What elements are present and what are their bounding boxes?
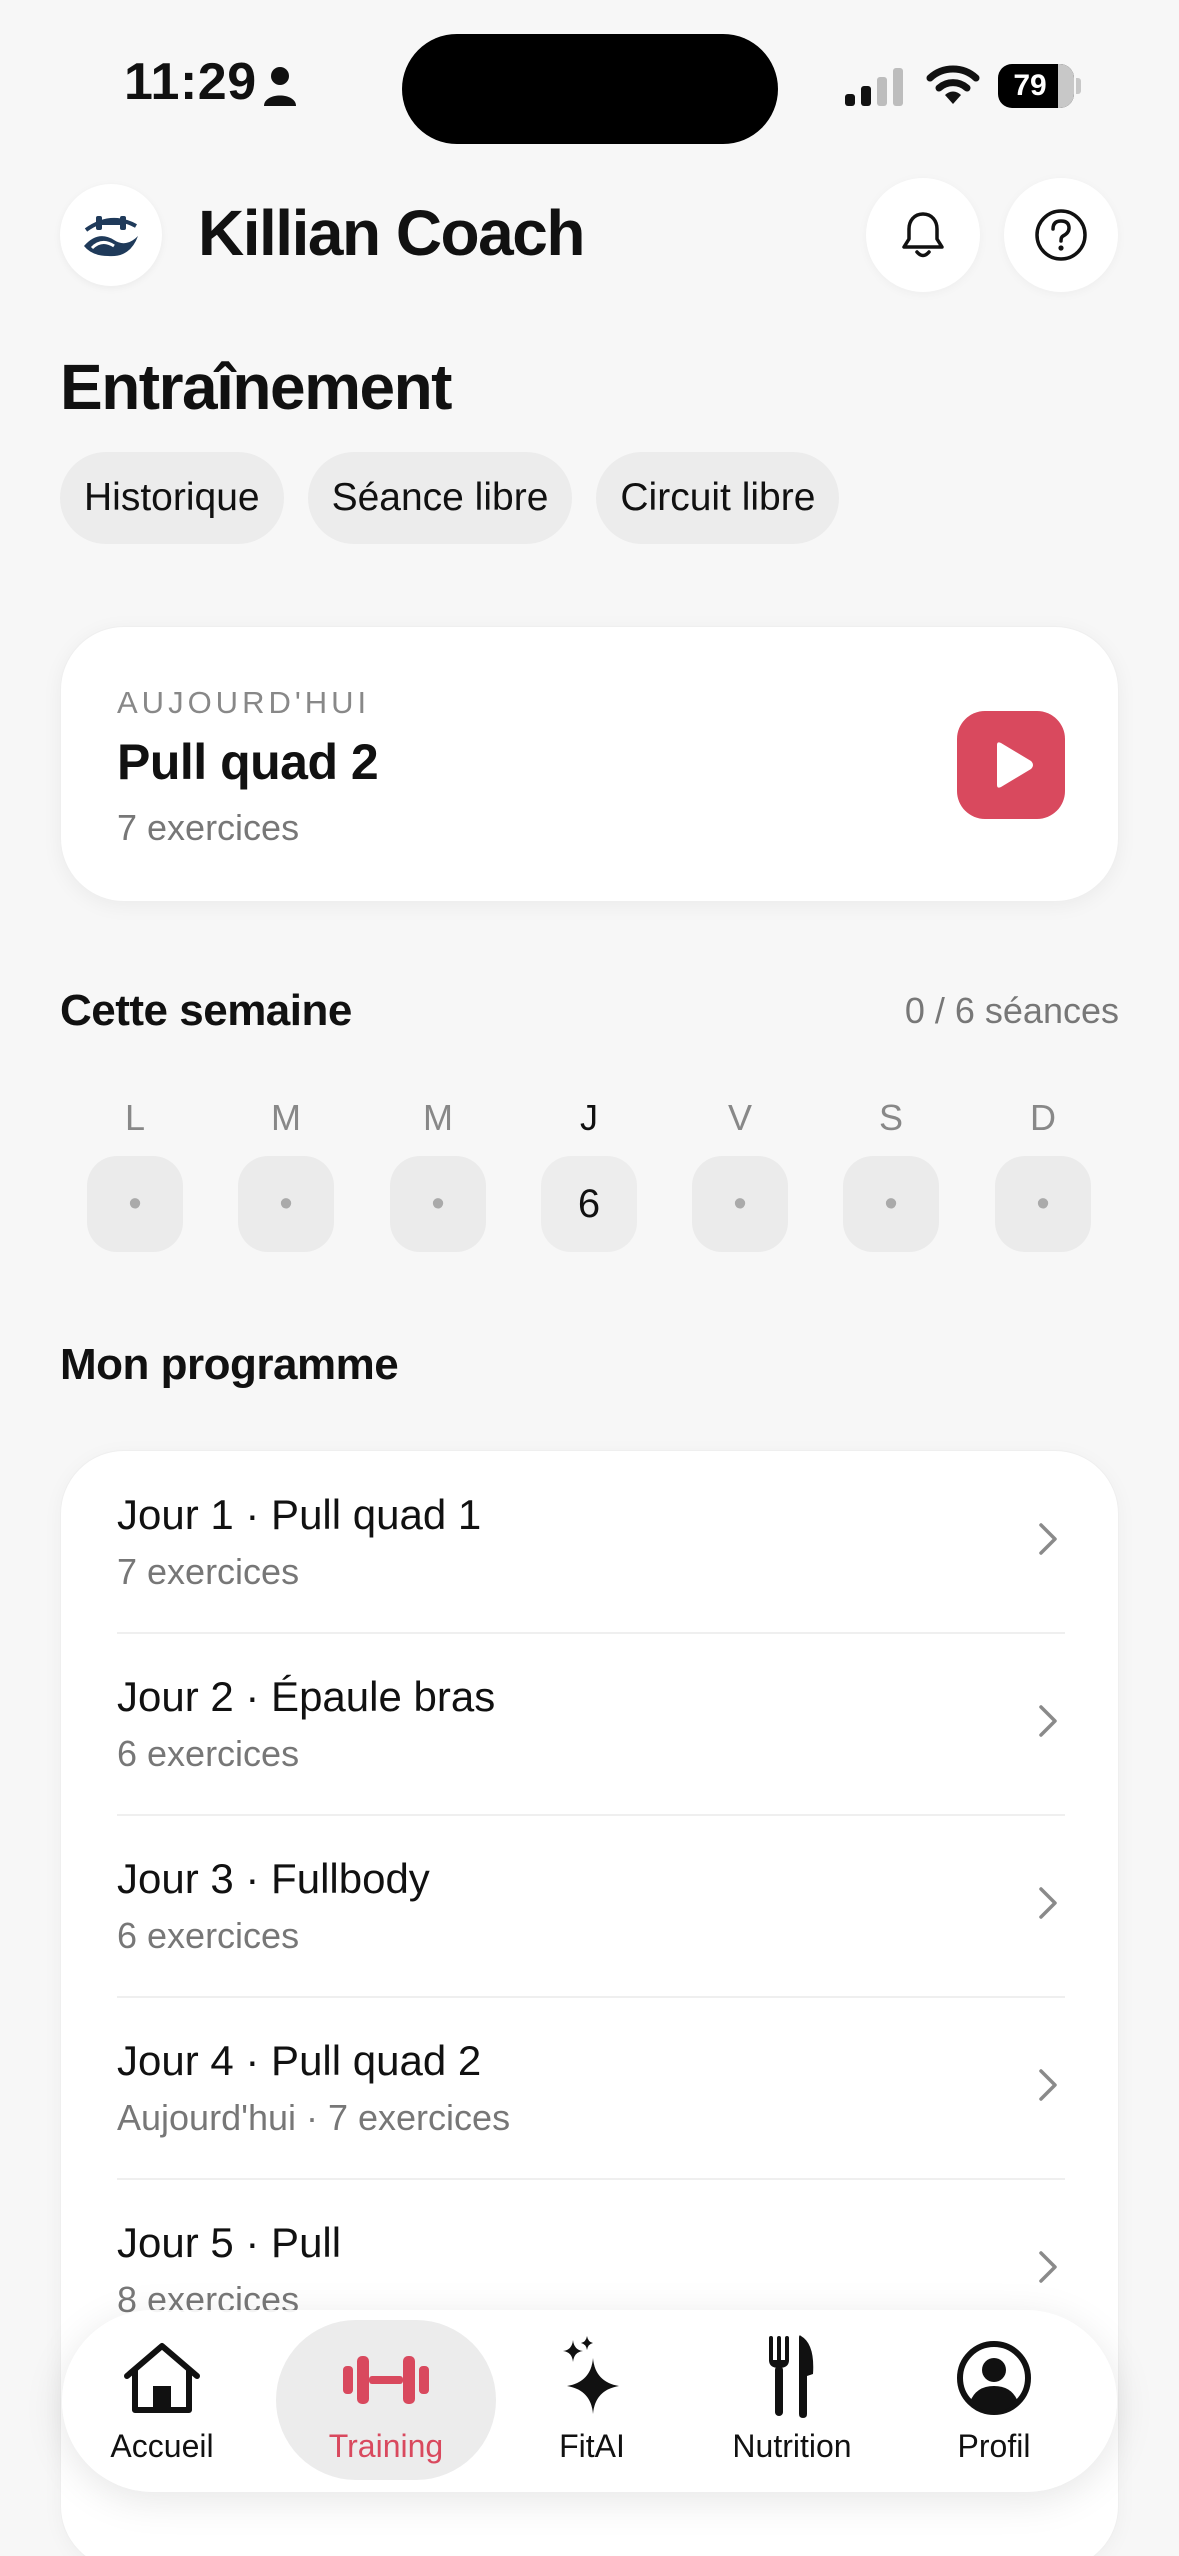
training-screen: 11:29 79 Killian Coach Entraînement Hist… xyxy=(0,0,1179,2556)
day-label: D xyxy=(1030,1097,1056,1138)
program-day-title: Jour 2 · Épaule bras xyxy=(117,1673,496,1720)
day-status: • xyxy=(87,1156,183,1252)
quick-actions: Historique Séance libre Circuit libre xyxy=(60,452,840,544)
program-day-subtitle: 7 exercices xyxy=(117,1551,300,1592)
bottom-nav: Accueil Training FitAI Nutrition Profil xyxy=(62,2310,1117,2492)
nav-fitai[interactable]: FitAI xyxy=(522,2310,662,2492)
program-day-title: Jour 1 · Pull quad 1 xyxy=(117,1491,482,1538)
day-status: • xyxy=(843,1156,939,1252)
program-day-title: Jour 4 · Pull quad 2 xyxy=(117,2037,482,2084)
play-icon xyxy=(997,742,1033,788)
day-sunday: D • xyxy=(995,1094,1091,1252)
day-status: • xyxy=(692,1156,788,1252)
history-chip[interactable]: Historique xyxy=(60,452,284,544)
day-status: • xyxy=(995,1156,1091,1252)
program-day-3[interactable]: Jour 3 · Fullbody 6 exercices xyxy=(117,1815,1065,1997)
program-day-2[interactable]: Jour 2 · Épaule bras 6 exercices xyxy=(117,1633,1065,1815)
wifi-icon xyxy=(926,65,980,104)
app-logo xyxy=(60,184,162,286)
nav-training[interactable]: Training xyxy=(276,2310,496,2492)
day-saturday: S • xyxy=(843,1094,939,1252)
week-session-count: 0 / 6 séances xyxy=(904,990,1119,1031)
page-title: Entraînement xyxy=(60,351,452,423)
notifications-button[interactable] xyxy=(866,178,980,292)
free-circuit-chip[interactable]: Circuit libre xyxy=(596,452,840,544)
fork-knife-icon xyxy=(769,2335,814,2418)
sparkles-icon xyxy=(563,2336,619,2414)
program-title: Mon programme xyxy=(60,1340,399,1389)
battery-level: 79 xyxy=(1013,69,1047,102)
bell-icon xyxy=(902,212,944,258)
app-title: Killian Coach xyxy=(198,197,585,269)
today-subtitle: 7 exercices xyxy=(117,807,300,848)
program-day-subtitle: Aujourd'hui · 7 exercices xyxy=(117,2097,511,2138)
day-label: L xyxy=(124,1097,146,1138)
today-kicker: AUJOURD'HUI xyxy=(117,685,371,720)
week-title: Cette semaine xyxy=(60,986,352,1035)
chevron-right-icon xyxy=(1039,1705,1057,1737)
program-day-subtitle: 6 exercices xyxy=(117,1733,300,1774)
chevron-right-icon xyxy=(1039,2069,1057,2101)
start-workout-button[interactable] xyxy=(957,711,1065,819)
profile-icon xyxy=(957,2341,1031,2415)
day-friday: V • xyxy=(692,1094,788,1252)
program-day-1[interactable]: Jour 1 · Pull quad 1 7 exercices xyxy=(117,1451,1065,1633)
chevron-right-icon xyxy=(1039,1887,1057,1919)
nav-label: Training xyxy=(328,2428,444,2464)
dynamic-island xyxy=(402,34,778,144)
question-icon xyxy=(1035,209,1087,261)
nav-nutrition[interactable]: Nutrition xyxy=(702,2310,882,2492)
chevron-right-icon xyxy=(1039,1523,1057,1555)
chevron-right-icon xyxy=(1039,2251,1057,2283)
program-day-4[interactable]: Jour 4 · Pull quad 2 Aujourd'hui · 7 exe… xyxy=(117,1997,1065,2179)
day-label: M xyxy=(423,1097,453,1138)
day-status: • xyxy=(238,1156,334,1252)
home-icon xyxy=(124,2343,200,2413)
day-monday: L • xyxy=(87,1094,183,1252)
day-tuesday: M • xyxy=(238,1094,334,1252)
dumbbell-icon xyxy=(343,2356,429,2404)
status-time: 11:29 xyxy=(124,53,257,111)
signal-icon xyxy=(845,68,903,106)
day-status: 6 xyxy=(541,1156,637,1252)
day-label: J xyxy=(580,1097,598,1138)
today-workout-card[interactable]: AUJOURD'HUI Pull quad 2 7 exercices xyxy=(60,626,1119,902)
nav-label: FitAI xyxy=(559,2428,625,2464)
nav-profil[interactable]: Profil xyxy=(914,2310,1074,2492)
person-icon xyxy=(264,67,296,106)
program-day-title: Jour 3 · Fullbody xyxy=(117,1855,430,1902)
today-title: Pull quad 2 xyxy=(117,734,379,790)
free-session-chip[interactable]: Séance libre xyxy=(307,452,573,544)
day-wednesday: M • xyxy=(390,1094,486,1252)
nav-accueil[interactable]: Accueil xyxy=(82,2310,242,2492)
nav-label: Profil xyxy=(957,2428,1031,2464)
program-day-title: Jour 5 · Pull xyxy=(117,2219,342,2266)
day-status: • xyxy=(390,1156,486,1252)
battery-indicator: 79 xyxy=(998,64,1081,108)
status-bar: 11:29 79 xyxy=(0,0,1179,170)
program-day-subtitle: 6 exercices xyxy=(117,1915,300,1956)
day-label: M xyxy=(271,1097,301,1138)
day-label: V xyxy=(727,1097,752,1138)
nav-label: Nutrition xyxy=(732,2428,852,2464)
day-thursday: J 6 xyxy=(541,1094,637,1252)
nav-label: Accueil xyxy=(110,2428,214,2464)
help-button[interactable] xyxy=(1004,178,1118,292)
day-label: S xyxy=(878,1097,903,1138)
